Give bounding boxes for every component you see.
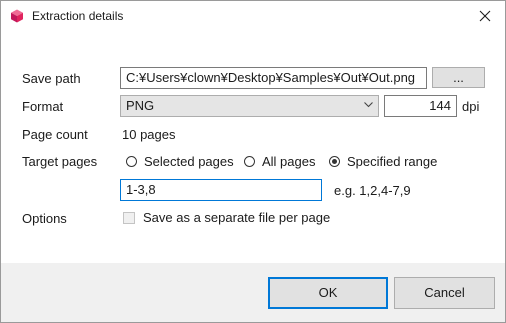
checkbox-box bbox=[123, 212, 135, 224]
page-range-input[interactable]: 1-3,8 bbox=[120, 179, 322, 201]
separate-file-label: Save as a separate file per page bbox=[143, 210, 331, 225]
dpi-unit-label: dpi bbox=[462, 99, 480, 114]
ok-button[interactable]: OK bbox=[268, 277, 388, 309]
extraction-details-dialog: Extraction details Save path C:¥Users¥cl… bbox=[0, 0, 506, 323]
save-path-input[interactable]: C:¥Users¥clown¥Desktop¥Samples¥Out¥Out.p… bbox=[120, 67, 427, 89]
title-bar[interactable]: Extraction details bbox=[1, 1, 505, 32]
page-count-value: 10 pages bbox=[122, 127, 176, 142]
dialog-footer: OK Cancel bbox=[1, 263, 505, 322]
dialog-content: Save path C:¥Users¥clown¥Desktop¥Samples… bbox=[1, 32, 505, 263]
page-count-label: Page count bbox=[22, 127, 88, 142]
format-label: Format bbox=[22, 99, 64, 114]
window-title: Extraction details bbox=[32, 9, 124, 23]
cancel-button[interactable]: Cancel bbox=[394, 277, 495, 309]
format-select[interactable]: PNG bbox=[120, 95, 379, 117]
format-selected-value: PNG bbox=[126, 98, 155, 113]
app-logo-icon bbox=[10, 9, 24, 23]
radio-circle bbox=[126, 156, 137, 167]
radio-label: Specified range bbox=[347, 154, 438, 169]
close-button[interactable] bbox=[465, 1, 505, 32]
target-pages-label: Target pages bbox=[22, 154, 98, 169]
close-icon bbox=[479, 10, 491, 22]
radio-circle bbox=[329, 156, 340, 167]
chevron-down-icon bbox=[364, 102, 373, 108]
browse-button[interactable]: ... bbox=[432, 67, 485, 88]
radio-selected-dot bbox=[332, 159, 337, 164]
radio-circle bbox=[244, 156, 255, 167]
options-label: Options bbox=[22, 211, 67, 226]
separate-file-checkbox[interactable]: Save as a separate file per page bbox=[123, 210, 343, 226]
radio-label: All pages bbox=[262, 154, 316, 169]
dpi-input[interactable]: 144 bbox=[384, 95, 457, 117]
radio-label: Selected pages bbox=[144, 154, 234, 169]
save-path-label: Save path bbox=[22, 71, 81, 86]
page-range-hint: e.g. 1,2,4-7,9 bbox=[334, 183, 411, 198]
target-pages-radio-group: Selected pages All pages Specified range bbox=[126, 154, 466, 170]
